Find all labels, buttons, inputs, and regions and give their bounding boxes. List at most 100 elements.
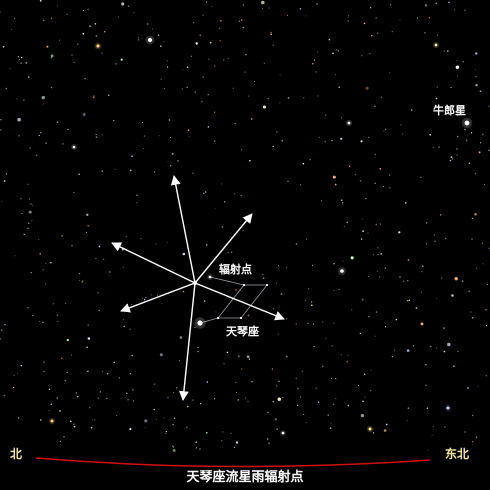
background-star — [471, 414, 474, 417]
background-star — [406, 349, 410, 352]
background-star — [28, 210, 32, 214]
background-star — [160, 303, 162, 304]
background-star — [277, 397, 282, 401]
background-star — [244, 71, 246, 73]
background-star — [152, 28, 154, 30]
background-star — [359, 179, 362, 182]
background-star — [227, 251, 229, 254]
background-star — [87, 324, 89, 326]
background-star — [35, 154, 38, 157]
background-star — [232, 87, 234, 89]
background-star — [299, 184, 301, 186]
background-star — [434, 240, 436, 242]
background-star — [327, 414, 329, 416]
background-star — [87, 8, 89, 11]
background-star — [163, 417, 165, 419]
bright-star — [340, 269, 344, 273]
background-star — [247, 401, 249, 403]
background-star — [347, 404, 350, 407]
background-star — [61, 235, 63, 237]
background-star — [341, 117, 343, 119]
background-star — [249, 159, 251, 162]
background-star — [407, 407, 410, 409]
bright-star — [281, 431, 285, 435]
background-star — [1, 201, 3, 203]
background-star — [81, 280, 84, 282]
background-star — [39, 131, 42, 134]
background-star — [405, 202, 407, 204]
background-star — [86, 346, 88, 349]
background-star — [475, 76, 477, 78]
background-star — [226, 351, 229, 354]
background-star — [102, 258, 105, 260]
background-star — [430, 345, 432, 348]
background-star — [354, 173, 356, 175]
background-star — [425, 384, 427, 387]
background-star — [29, 147, 31, 149]
background-star — [203, 300, 206, 302]
background-star — [182, 290, 185, 293]
background-star — [475, 83, 478, 87]
background-star — [98, 245, 101, 248]
background-star — [187, 129, 190, 131]
background-star — [422, 265, 424, 267]
background-star — [66, 371, 68, 374]
background-star — [376, 32, 379, 34]
background-star — [197, 346, 199, 348]
background-star — [133, 12, 135, 14]
background-star — [412, 345, 415, 347]
background-star — [125, 236, 127, 238]
background-star — [342, 260, 344, 262]
background-star — [5, 87, 8, 90]
background-star — [129, 373, 131, 375]
background-star — [227, 57, 229, 60]
background-star — [416, 17, 419, 19]
background-star — [435, 2, 438, 5]
background-star — [342, 203, 344, 205]
background-star — [368, 315, 370, 318]
background-star — [25, 61, 28, 64]
background-star — [155, 243, 157, 245]
background-star — [427, 449, 429, 451]
background-star — [45, 283, 47, 285]
background-star — [138, 39, 140, 41]
background-star — [78, 173, 80, 176]
background-star — [436, 86, 438, 88]
background-star — [287, 14, 288, 16]
radiant-point — [193, 281, 197, 285]
background-star — [462, 61, 464, 63]
background-star — [131, 303, 133, 306]
background-star — [165, 432, 167, 434]
background-star — [391, 30, 394, 33]
background-star — [299, 396, 301, 398]
background-star — [424, 32, 426, 34]
background-star — [38, 238, 40, 240]
background-star — [23, 233, 25, 236]
background-star — [61, 357, 63, 360]
background-star — [214, 65, 216, 67]
background-star — [374, 153, 377, 156]
background-star — [57, 5, 59, 7]
background-star — [393, 349, 396, 351]
background-star — [453, 9, 456, 11]
background-star — [487, 283, 489, 285]
background-star — [282, 396, 284, 398]
background-star — [42, 103, 44, 105]
background-star — [443, 327, 445, 329]
bright-star — [446, 406, 450, 410]
background-star — [278, 265, 280, 267]
background-star — [374, 182, 377, 185]
background-star — [421, 271, 423, 273]
background-star — [474, 173, 476, 175]
background-star — [129, 428, 132, 431]
background-star — [223, 363, 225, 365]
background-star — [194, 326, 196, 328]
background-star — [464, 9, 466, 12]
background-star — [467, 387, 469, 389]
background-star — [172, 446, 174, 448]
background-star — [245, 397, 247, 399]
background-star — [93, 95, 95, 97]
background-star — [334, 183, 337, 186]
background-star — [221, 226, 224, 228]
background-star — [219, 39, 221, 42]
